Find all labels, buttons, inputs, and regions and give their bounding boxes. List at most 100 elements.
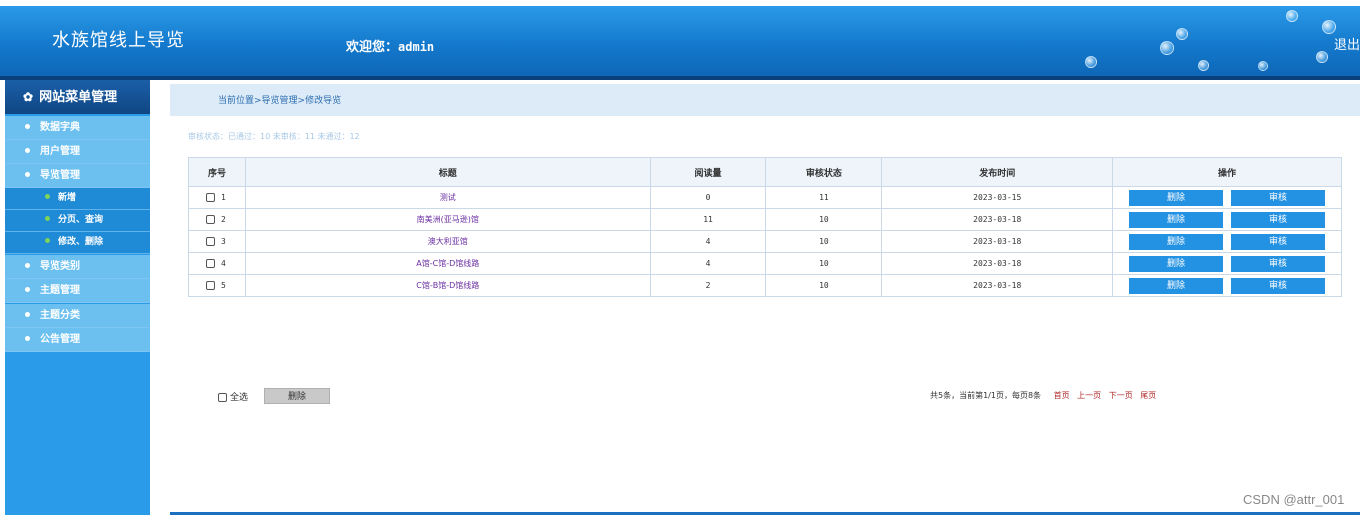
sidebar-item-theme-category[interactable]: 主题分类 xyxy=(5,304,150,328)
sidebar-title-label: 网站菜单管理 xyxy=(39,90,118,105)
actions-cell: 删除 审核 xyxy=(1112,252,1342,275)
date-cell: 2023-03-18 xyxy=(881,252,1114,275)
sidebar-item-label: 分页、查询 xyxy=(58,215,104,225)
bubble-decoration xyxy=(1316,51,1328,63)
app-title: 水族馆线上导览 xyxy=(52,30,185,51)
sidebar-item-label: 数据字典 xyxy=(40,122,80,133)
header-divider xyxy=(0,76,1360,80)
title-cell[interactable]: 澳大利亚馆 xyxy=(244,230,651,253)
bullet-icon xyxy=(25,286,30,292)
prev-page-link[interactable]: 上一页 xyxy=(1077,391,1101,400)
audit-button[interactable]: 审核 xyxy=(1231,233,1326,250)
title-cell[interactable]: 南美洲(亚马逊)馆 xyxy=(244,208,651,231)
sidebar-item-label: 修改、删除 xyxy=(58,237,104,247)
bubble-decoration xyxy=(1085,56,1097,68)
table-row: 3 澳大利亚馆 4 10 2023-03-18 删除 审核 xyxy=(188,230,1342,253)
title-cell[interactable]: C馆-B馆-D馆线路 xyxy=(244,274,651,297)
page-root: 水族馆线上导览 欢迎您：admin 退出 ✿ 网站菜单管理 数据字典 用户管理 导… xyxy=(0,0,1360,515)
row-checkbox[interactable] xyxy=(206,237,215,246)
column-header: 序号 xyxy=(188,157,246,187)
sidebar-subitem-add[interactable]: 新增 xyxy=(5,188,150,210)
actions-cell: 删除 审核 xyxy=(1112,208,1342,231)
row-index: 3 xyxy=(221,237,226,246)
bullet-icon xyxy=(25,262,30,268)
sidebar-item-label: 主题管理 xyxy=(40,285,80,296)
bullet-icon xyxy=(45,238,50,243)
column-header: 操作 xyxy=(1112,157,1342,187)
sidebar-item-theme-management[interactable]: 主题管理 xyxy=(5,279,150,303)
sidebar-subitem-paging-query[interactable]: 分页、查询 xyxy=(5,210,150,232)
welcome-prefix: 欢迎您： xyxy=(346,40,399,55)
bullet-icon xyxy=(25,171,30,177)
bubble-decoration xyxy=(1286,10,1298,22)
username: admin xyxy=(398,40,435,54)
select-all[interactable]: 全选 xyxy=(218,390,248,403)
sidebar-item-data-dictionary[interactable]: 数据字典 xyxy=(5,116,150,140)
delete-button[interactable]: 删除 xyxy=(1129,255,1224,272)
bubble-decoration xyxy=(1258,61,1268,71)
row-index: 5 xyxy=(221,281,226,290)
column-header: 标题 xyxy=(244,157,651,187)
audit-button[interactable]: 审核 xyxy=(1231,255,1326,272)
row-checkbox[interactable] xyxy=(206,259,215,268)
last-page-link[interactable]: 尾页 xyxy=(1140,391,1156,400)
delete-button[interactable]: 删除 xyxy=(1129,211,1224,228)
title-cell[interactable]: A馆-C馆-D馆线路 xyxy=(244,252,651,275)
row-index: 4 xyxy=(221,259,226,268)
sidebar-item-label: 主题分类 xyxy=(40,310,80,321)
actions-cell: 删除 审核 xyxy=(1112,274,1342,297)
sidebar-item-label: 新增 xyxy=(58,193,77,203)
reads-cell: 11 xyxy=(649,208,767,231)
date-cell: 2023-03-18 xyxy=(881,230,1114,253)
title-cell[interactable]: 测试 xyxy=(244,186,651,209)
audit-button[interactable]: 审核 xyxy=(1231,211,1326,228)
delete-button[interactable]: 删除 xyxy=(1129,189,1224,206)
batch-delete-button[interactable]: 删除 xyxy=(264,388,330,404)
bullet-icon xyxy=(45,194,50,199)
row-index: 2 xyxy=(221,215,226,224)
delete-button[interactable]: 删除 xyxy=(1129,277,1224,294)
pagination: 共5条，当前第1/1页，每页8条 首页 上一页 下一页 尾页 xyxy=(930,390,1156,401)
sidebar-item-user-management[interactable]: 用户管理 xyxy=(5,140,150,164)
pager-info: 共5条，当前第1/1页，每页8条 xyxy=(930,391,1042,400)
row-checkbox[interactable] xyxy=(206,281,215,290)
status-note: 审核状态：已通过：10 未审核：11 未通过：12 xyxy=(188,132,360,141)
bullet-icon xyxy=(25,123,30,129)
audit-button[interactable]: 审核 xyxy=(1231,189,1326,206)
audit-button[interactable]: 审核 xyxy=(1231,277,1326,294)
date-cell: 2023-03-18 xyxy=(881,274,1114,297)
status-cell: 10 xyxy=(765,252,883,275)
reads-cell: 4 xyxy=(649,252,767,275)
bullet-icon xyxy=(25,335,30,341)
table-row: 5 C馆-B馆-D馆线路 2 10 2023-03-18 删除 审核 xyxy=(188,274,1342,297)
row-checkbox[interactable] xyxy=(206,193,215,202)
sidebar: ✿ 网站菜单管理 数据字典 用户管理 导览管理 新增 分页、查询 修改、删除 导览… xyxy=(5,80,150,515)
sidebar-item-guide-management[interactable]: 导览管理 xyxy=(5,164,150,188)
first-page-link[interactable]: 首页 xyxy=(1054,391,1070,400)
sidebar-item-guide-category[interactable]: 导览类别 xyxy=(5,255,150,279)
table-row: 1 测试 0 11 2023-03-15 删除 审核 xyxy=(188,186,1342,209)
row-checkbox[interactable] xyxy=(206,215,215,224)
index-cell: 4 xyxy=(188,252,246,275)
select-all-label: 全选 xyxy=(230,393,249,403)
column-header: 发布时间 xyxy=(881,157,1114,187)
bubble-decoration xyxy=(1176,28,1188,40)
table-row: 2 南美洲(亚马逊)馆 11 10 2023-03-18 删除 审核 xyxy=(188,208,1342,231)
bubble-decoration xyxy=(1160,41,1174,55)
reads-cell: 2 xyxy=(649,274,767,297)
bullet-icon xyxy=(25,147,30,153)
next-page-link[interactable]: 下一页 xyxy=(1109,391,1133,400)
sidebar-item-label: 导览类别 xyxy=(40,261,80,272)
delete-button[interactable]: 删除 xyxy=(1129,233,1224,250)
sidebar-item-notice-management[interactable]: 公告管理 xyxy=(5,328,150,352)
bubble-decoration xyxy=(1198,60,1209,71)
actions-cell: 删除 审核 xyxy=(1112,186,1342,209)
status-cell: 11 xyxy=(765,186,883,209)
sidebar-title: ✿ 网站菜单管理 xyxy=(5,80,150,114)
select-all-checkbox[interactable] xyxy=(218,393,227,402)
reads-cell: 0 xyxy=(649,186,767,209)
guide-table: 序号 标题 阅读量 审核状态 发布时间 操作 1 测试 0 11 2023-03… xyxy=(188,157,1342,297)
logout-link[interactable]: 退出 xyxy=(1334,34,1360,53)
column-header: 阅读量 xyxy=(649,157,767,187)
sidebar-subitem-edit-delete[interactable]: 修改、删除 xyxy=(5,232,150,254)
